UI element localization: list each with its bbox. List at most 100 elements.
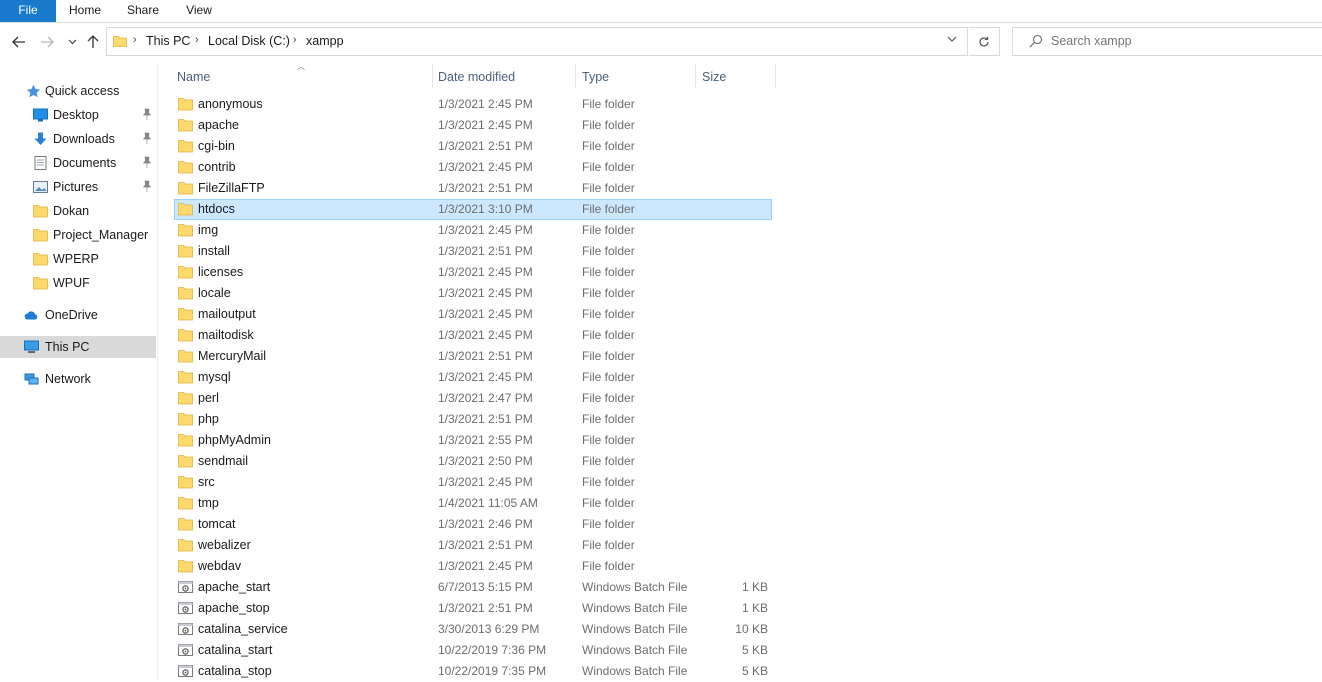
file-row[interactable]: img 1/3/2021 2:45 PM File folder xyxy=(174,220,772,241)
pin-icon[interactable] xyxy=(142,156,152,168)
up-button[interactable] xyxy=(83,32,103,52)
file-name: catalina_stop xyxy=(198,664,272,678)
column-header-name[interactable]: Name xyxy=(177,70,210,84)
nav-item-wperp[interactable]: WPERP xyxy=(0,248,157,270)
file-row[interactable]: tmp 1/4/2021 11:05 AM File folder xyxy=(174,493,772,514)
file-row[interactable]: anonymous 1/3/2021 2:45 PM File folder xyxy=(174,94,772,115)
search-input[interactable] xyxy=(1051,32,1311,50)
file-name: mysql xyxy=(198,370,231,384)
breadcrumb-xampp[interactable]: xampp xyxy=(306,34,344,48)
nav-item-downloads[interactable]: Downloads xyxy=(0,128,157,150)
file-row[interactable]: locale 1/3/2021 2:45 PM File folder xyxy=(174,283,772,304)
file-name: src xyxy=(198,475,215,489)
file-row[interactable]: install 1/3/2021 2:51 PM File folder xyxy=(174,241,772,262)
breadcrumb-this-pc[interactable]: This PC xyxy=(146,34,190,48)
batch-file-icon xyxy=(178,601,193,615)
file-type: File folder xyxy=(582,244,635,258)
file-row[interactable]: FileZillaFTP 1/3/2021 2:51 PM File folder xyxy=(174,178,772,199)
column-divider[interactable] xyxy=(575,64,576,88)
column-divider[interactable] xyxy=(432,64,433,88)
breadcrumb-local-disk[interactable]: Local Disk (C:) xyxy=(208,34,290,48)
file-date-modified: 1/3/2021 2:45 PM xyxy=(438,307,533,321)
tab-file[interactable]: File xyxy=(0,0,56,22)
file-date-modified: 1/3/2021 2:51 PM xyxy=(438,181,533,195)
file-row[interactable]: catalina_stop 10/22/2019 7:35 PM Windows B… xyxy=(174,661,772,682)
file-row[interactable]: mailtodisk 1/3/2021 2:45 PM File folder xyxy=(174,325,772,346)
file-row[interactable]: phpMyAdmin 1/3/2021 2:55 PM File folder xyxy=(174,430,772,451)
breadcrumb-separator[interactable]: › xyxy=(133,34,137,46)
file-row[interactable]: apache_start 6/7/2013 5:15 PM Windows Batc… xyxy=(174,577,772,598)
column-divider[interactable] xyxy=(695,64,696,88)
column-header-size[interactable]: Size xyxy=(702,70,726,84)
nav-quick-access[interactable]: Quick access xyxy=(0,80,157,102)
file-row[interactable]: webalizer 1/3/2021 2:51 PM File folder xyxy=(174,535,772,556)
folder-icon xyxy=(178,475,193,489)
file-row[interactable]: catalina_service 3/30/2013 6:29 PM Windows… xyxy=(174,619,772,640)
tab-home[interactable]: Home xyxy=(60,0,110,22)
column-header-type[interactable]: Type xyxy=(582,70,609,84)
file-row[interactable]: php 1/3/2021 2:51 PM File folder xyxy=(174,409,772,430)
nav-label: Pictures xyxy=(53,180,99,194)
file-row[interactable]: perl 1/3/2021 2:47 PM File folder xyxy=(174,388,772,409)
file-size: 10 KB xyxy=(735,622,768,636)
file-row[interactable]: htdocs 1/3/2021 3:10 PM File folder xyxy=(174,199,772,220)
file-row[interactable]: sendmail 1/3/2021 2:50 PM File folder xyxy=(174,451,772,472)
file-row[interactable]: mailoutput 1/3/2021 2:45 PM File folder xyxy=(174,304,772,325)
column-headers: ︿ Name Date modified Type Size xyxy=(158,62,778,90)
refresh-button[interactable] xyxy=(969,27,1000,56)
breadcrumb-separator[interactable]: › xyxy=(195,34,199,46)
chevron-down-icon[interactable] xyxy=(947,34,957,47)
back-button[interactable] xyxy=(9,32,29,52)
forward-button[interactable] xyxy=(37,32,57,52)
nav-onedrive[interactable]: OneDrive xyxy=(0,304,157,326)
address-bar[interactable]: › This PC › Local Disk (C:) › xampp xyxy=(106,27,968,56)
pin-icon[interactable] xyxy=(142,180,152,192)
nav-item-documents[interactable]: Documents xyxy=(0,152,157,174)
file-row[interactable]: tomcat 1/3/2021 2:46 PM File folder xyxy=(174,514,772,535)
file-row[interactable]: catalina_start 10/22/2019 7:36 PM Windows … xyxy=(174,640,772,661)
nav-this-pc[interactable]: This PC xyxy=(0,336,156,358)
pictures-icon xyxy=(33,181,48,193)
file-row[interactable]: src 1/3/2021 2:45 PM File folder xyxy=(174,472,772,493)
tab-view[interactable]: View xyxy=(176,0,222,22)
nav-label: WPERP xyxy=(53,252,99,266)
breadcrumb-separator[interactable]: › xyxy=(293,34,297,46)
file-row[interactable]: mysql 1/3/2021 2:45 PM File folder xyxy=(174,367,772,388)
file-row[interactable]: MercuryMail 1/3/2021 2:51 PM File folder xyxy=(174,346,772,367)
address-row: › This PC › Local Disk (C:) › xampp xyxy=(0,23,1322,61)
file-name: anonymous xyxy=(198,97,263,111)
file-row[interactable]: cgi-bin 1/3/2021 2:51 PM File folder xyxy=(174,136,772,157)
folder-icon xyxy=(33,205,48,218)
search-box[interactable] xyxy=(1012,27,1322,56)
file-row[interactable]: apache_stop 1/3/2021 2:51 PM Windows Batch… xyxy=(174,598,772,619)
nav-item-project-manager[interactable]: Project_Manager xyxy=(0,224,157,246)
pin-icon[interactable] xyxy=(142,108,152,120)
column-divider[interactable] xyxy=(775,64,776,88)
file-row[interactable]: webdav 1/3/2021 2:45 PM File folder xyxy=(174,556,772,577)
file-row[interactable]: contrib 1/3/2021 2:45 PM File folder xyxy=(174,157,772,178)
file-name: webdav xyxy=(198,559,242,573)
network-icon xyxy=(24,373,39,385)
nav-item-desktop[interactable]: Desktop xyxy=(0,104,157,126)
folder-icon xyxy=(178,307,193,321)
nav-item-pictures[interactable]: Pictures xyxy=(0,176,157,198)
tab-share[interactable]: Share xyxy=(117,0,169,22)
file-date-modified: 1/3/2021 2:45 PM xyxy=(438,370,533,384)
file-name: mailoutput xyxy=(198,307,256,321)
nav-item-dokan[interactable]: Dokan xyxy=(0,200,157,222)
nav-item-wpuf[interactable]: WPUF xyxy=(0,272,157,294)
pin-icon[interactable] xyxy=(142,132,152,144)
file-date-modified: 1/3/2021 2:45 PM xyxy=(438,160,533,174)
file-type: File folder xyxy=(582,202,635,216)
arrow-up-icon xyxy=(87,35,99,48)
column-header-date[interactable]: Date modified xyxy=(438,70,515,84)
file-row[interactable]: licenses 1/3/2021 2:45 PM File folder xyxy=(174,262,772,283)
ribbon: File Home Share View xyxy=(0,0,1322,23)
nav-network[interactable]: Network xyxy=(0,368,157,390)
file-type: Windows Batch File xyxy=(582,643,688,657)
file-row[interactable]: apache 1/3/2021 2:45 PM File folder xyxy=(174,115,772,136)
file-name: sendmail xyxy=(198,454,249,468)
recent-locations-button[interactable] xyxy=(62,32,82,52)
file-date-modified: 1/3/2021 2:45 PM xyxy=(438,559,533,573)
folder-icon xyxy=(178,118,193,132)
